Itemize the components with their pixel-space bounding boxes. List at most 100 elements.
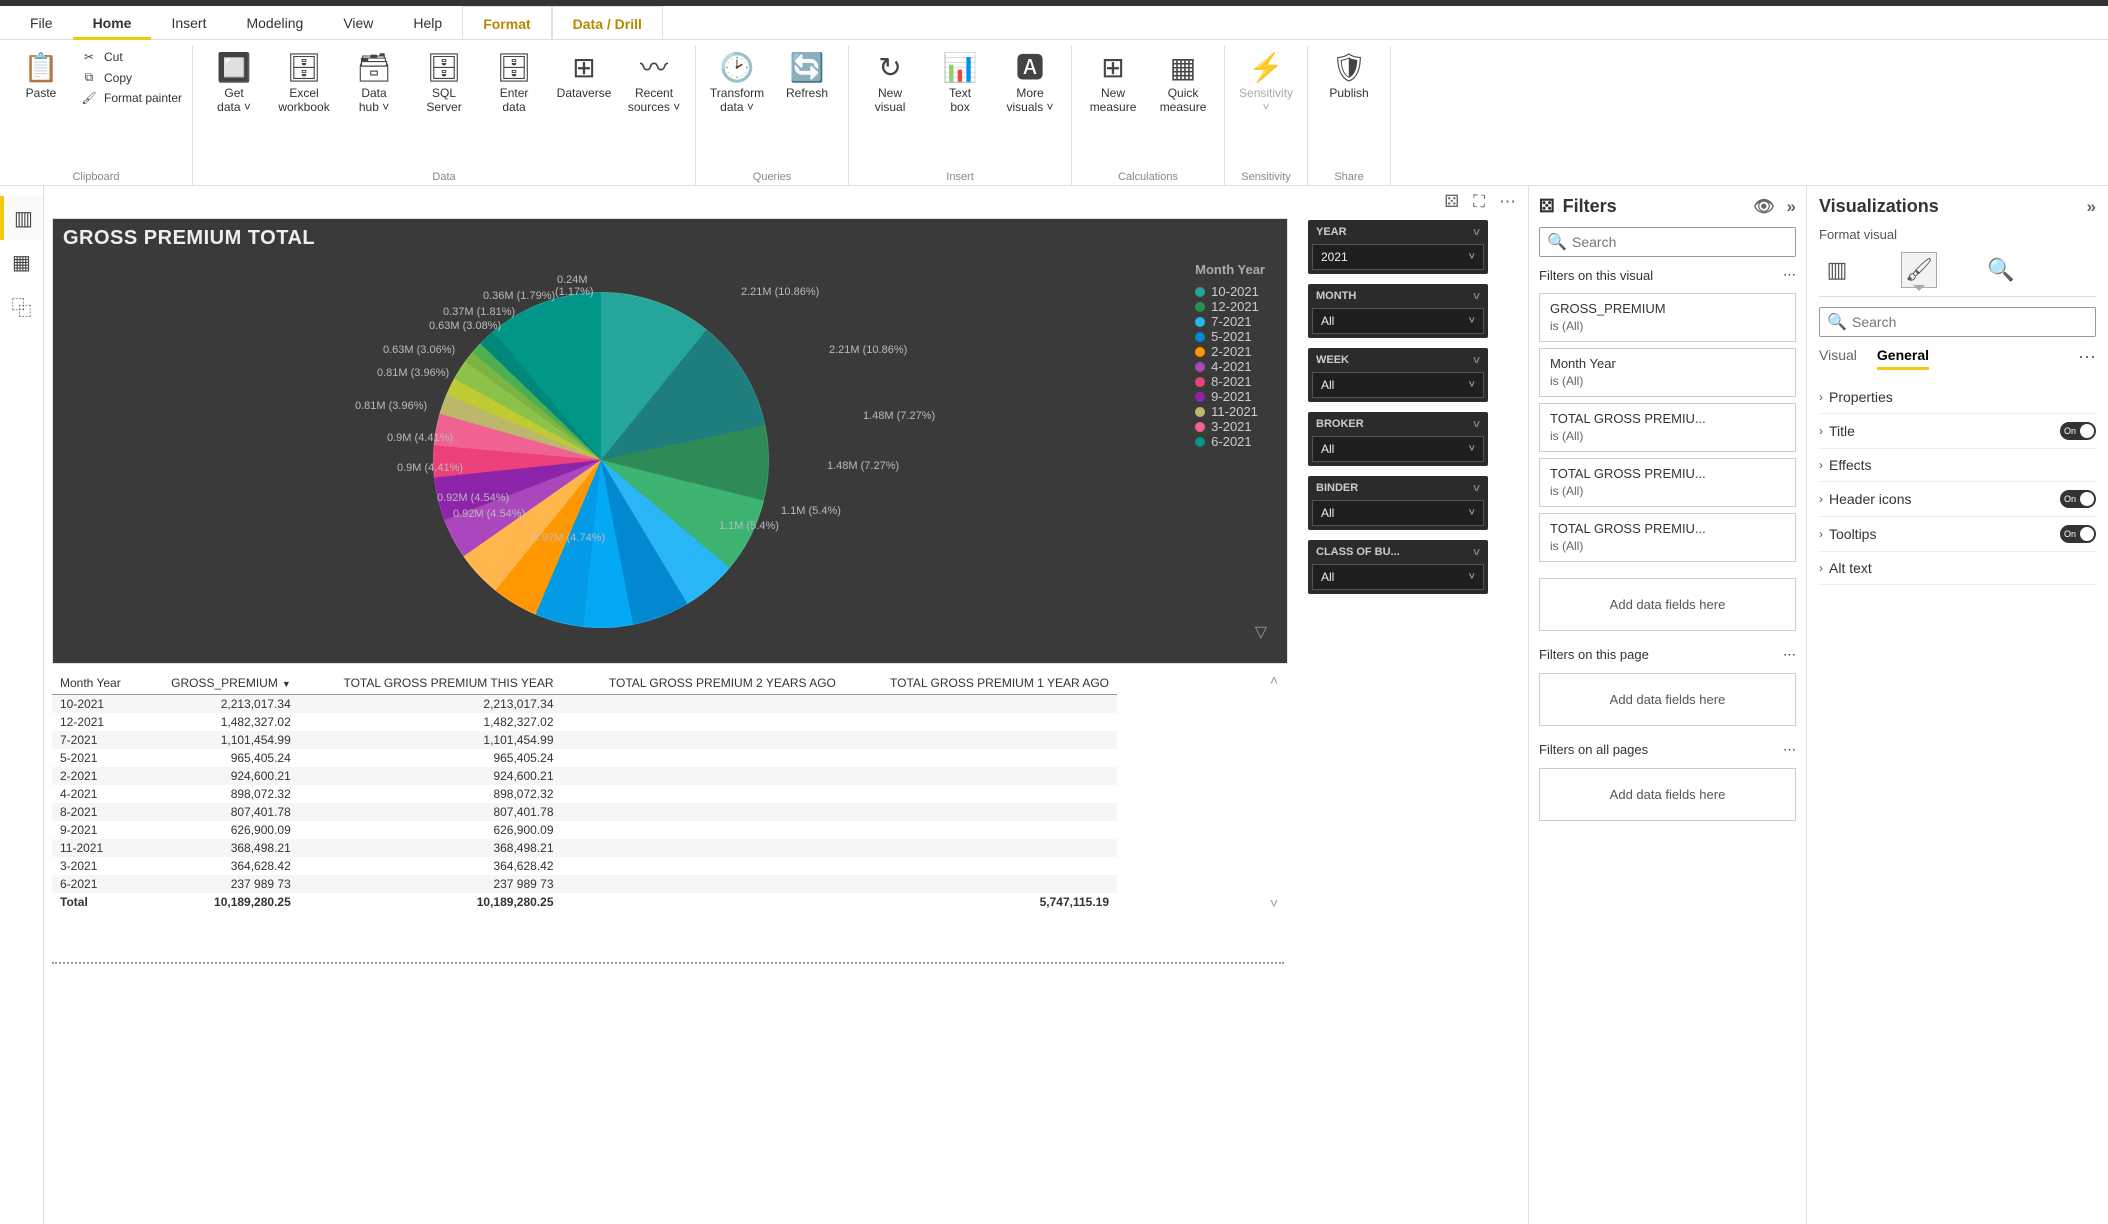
- ribbon-dataverse-button[interactable]: ⊞Dataverse: [553, 50, 615, 100]
- filter-icon[interactable]: ⚄: [1444, 192, 1459, 212]
- table-scrollbar[interactable]: ˄ ˅: [1270, 672, 1278, 911]
- table-header[interactable]: Month Year: [52, 672, 141, 695]
- ribbon-get-button[interactable]: 🔲Getdata ˅: [203, 50, 265, 114]
- legend-item[interactable]: 9-2021: [1195, 389, 1265, 404]
- filters-visual-dropzone[interactable]: Add data fields here: [1539, 578, 1796, 631]
- build-visual-mode-icon[interactable]: ▥: [1819, 252, 1855, 288]
- slicer-dropdown[interactable]: All˅: [1312, 372, 1484, 398]
- slicer-dropdown[interactable]: All˅: [1312, 500, 1484, 526]
- ribbon-paste-button[interactable]: 📋Paste: [10, 50, 72, 100]
- filters-all-dropzone[interactable]: Add data fields here: [1539, 768, 1796, 821]
- format-tab-visual[interactable]: Visual: [1819, 347, 1857, 370]
- slicer-class-of-bu-[interactable]: CLASS OF BU...˅All˅: [1308, 540, 1488, 594]
- format-section-header-icons[interactable]: ›Header icons: [1819, 482, 2096, 517]
- table-header[interactable]: TOTAL GROSS PREMIUM 2 YEARS AGO: [562, 672, 844, 695]
- ribbon-new-button[interactable]: ⊞Newmeasure: [1082, 50, 1144, 114]
- pie-chart[interactable]: [433, 292, 769, 628]
- legend-item[interactable]: 12-2021: [1195, 299, 1265, 314]
- section-menu-icon[interactable]: ⋯: [1783, 267, 1796, 283]
- filters-page-dropzone[interactable]: Add data fields here: [1539, 673, 1796, 726]
- chevron-down-icon[interactable]: ˅: [1473, 481, 1480, 495]
- table-row[interactable]: 11-2021368,498.21368,498.21: [52, 839, 1117, 857]
- ribbon-recent-button[interactable]: 〰Recentsources ˅: [623, 50, 685, 114]
- filter-card[interactable]: TOTAL GROSS PREMIU...is (All): [1539, 458, 1796, 507]
- legend-item[interactable]: 11-2021: [1195, 404, 1265, 419]
- chevron-down-icon[interactable]: ˅: [1473, 225, 1480, 239]
- format-tab-general[interactable]: General: [1877, 347, 1929, 370]
- section-menu-icon[interactable]: ⋯: [1783, 647, 1796, 663]
- chevron-down-icon[interactable]: ˅: [1473, 289, 1480, 303]
- menu-tab-file[interactable]: File: [10, 6, 73, 40]
- ribbon-more-button[interactable]: 🅰Morevisuals ˅: [999, 50, 1061, 114]
- legend-item[interactable]: 5-2021: [1195, 329, 1265, 344]
- collapse-pane-icon[interactable]: »: [2087, 197, 2096, 217]
- more-options-icon[interactable]: ⋯: [1499, 192, 1516, 212]
- filter-card[interactable]: GROSS_PREMIUMis (All): [1539, 293, 1796, 342]
- menu-tab-insert[interactable]: Insert: [151, 6, 226, 40]
- filter-card[interactable]: Month Yearis (All): [1539, 348, 1796, 397]
- menu-tab-format[interactable]: Format: [462, 6, 551, 40]
- chevron-down-icon[interactable]: ˅: [1473, 417, 1480, 431]
- filter-card[interactable]: TOTAL GROSS PREMIU...is (All): [1539, 513, 1796, 562]
- ribbon-refresh-button[interactable]: 🔄Refresh: [776, 50, 838, 100]
- legend-item[interactable]: 6-2021: [1195, 434, 1265, 449]
- format-section-effects[interactable]: ›Effects: [1819, 449, 2096, 482]
- menu-tab-data-drill[interactable]: Data / Drill: [552, 6, 663, 40]
- pie-chart-visual[interactable]: GROSS PREMIUM TOTAL 0.24M(1.17%)0.36M (1…: [52, 218, 1288, 664]
- chevron-down-icon[interactable]: ˅: [1473, 353, 1480, 367]
- ribbon-cut-button[interactable]: ✂Cut: [80, 50, 182, 64]
- filters-search-input[interactable]: [1539, 227, 1796, 257]
- slicer-dropdown[interactable]: 2021˅: [1312, 244, 1484, 270]
- ribbon-transform-button[interactable]: 🕑Transformdata ˅: [706, 50, 768, 114]
- table-header[interactable]: TOTAL GROSS PREMIUM THIS YEAR: [299, 672, 562, 695]
- table-row[interactable]: 2-2021924,600.21924,600.21: [52, 767, 1117, 785]
- legend-scroll-down-icon[interactable]: ▽: [1255, 622, 1267, 642]
- table-row[interactable]: 12-20211,482,327.021,482,327.02: [52, 713, 1117, 731]
- format-section-title[interactable]: ›Title: [1819, 414, 2096, 449]
- format-section-tooltips[interactable]: ›Tooltips: [1819, 517, 2096, 552]
- analytics-mode-icon[interactable]: 🔍: [1983, 252, 2019, 288]
- slicer-binder[interactable]: BINDER˅All˅: [1308, 476, 1488, 530]
- ribbon-format-painter-button[interactable]: 🖌Format painter: [80, 91, 182, 105]
- table-row[interactable]: 4-2021898,072.32898,072.32: [52, 785, 1117, 803]
- menu-tab-help[interactable]: Help: [393, 6, 462, 40]
- chevron-down-icon[interactable]: ˅: [1473, 545, 1480, 559]
- menu-tab-modeling[interactable]: Modeling: [226, 6, 323, 40]
- table-row[interactable]: 7-20211,101,454.991,101,454.99: [52, 731, 1117, 749]
- table-row[interactable]: 3-2021364,628.42364,628.42: [52, 857, 1117, 875]
- ribbon-data-button[interactable]: 🗃Datahub ˅: [343, 50, 405, 114]
- table-row[interactable]: 9-2021626,900.09626,900.09: [52, 821, 1117, 839]
- legend-item[interactable]: 4-2021: [1195, 359, 1265, 374]
- slicer-month[interactable]: MONTH˅All˅: [1308, 284, 1488, 338]
- table-row[interactable]: 6-2021237 989 73237 989 73: [52, 875, 1117, 893]
- table-row[interactable]: 8-2021807,401.78807,401.78: [52, 803, 1117, 821]
- legend-item[interactable]: 10-2021: [1195, 284, 1265, 299]
- toggle-switch[interactable]: [2060, 525, 2096, 543]
- eye-icon[interactable]: 👁: [1753, 197, 1775, 217]
- slicer-dropdown[interactable]: All˅: [1312, 564, 1484, 590]
- ribbon-new-button[interactable]: ↻Newvisual: [859, 50, 921, 114]
- table-row[interactable]: 5-2021965,405.24965,405.24: [52, 749, 1117, 767]
- table-header[interactable]: TOTAL GROSS PREMIUM 1 YEAR AGO: [844, 672, 1117, 695]
- format-section-properties[interactable]: ›Properties: [1819, 381, 2096, 414]
- slicer-week[interactable]: WEEK˅All˅: [1308, 348, 1488, 402]
- ribbon-sql-button[interactable]: 🗄SQLServer: [413, 50, 475, 114]
- format-visual-mode-icon[interactable]: 🖌: [1901, 252, 1937, 288]
- more-options-icon[interactable]: ⋯: [2078, 347, 2096, 370]
- menu-tab-home[interactable]: Home: [73, 6, 152, 40]
- ribbon-enter-button[interactable]: 🗄Enterdata: [483, 50, 545, 114]
- table-row[interactable]: 10-20212,213,017.342,213,017.34: [52, 695, 1117, 714]
- slicer-dropdown[interactable]: All˅: [1312, 436, 1484, 462]
- slicer-year[interactable]: YEAR˅2021˅: [1308, 220, 1488, 274]
- table-visual[interactable]: Month YearGROSS_PREMIUM▼TOTAL GROSS PREM…: [52, 672, 1284, 911]
- left-rail-data-icon[interactable]: ▦: [0, 240, 43, 284]
- slicer-dropdown[interactable]: All˅: [1312, 308, 1484, 334]
- legend-item[interactable]: 3-2021: [1195, 419, 1265, 434]
- scroll-up-icon[interactable]: ˄: [1270, 672, 1278, 688]
- ribbon-copy-button[interactable]: ⧉Copy: [80, 70, 182, 85]
- legend-item[interactable]: 8-2021: [1195, 374, 1265, 389]
- viz-search-input[interactable]: [1819, 307, 2096, 337]
- toggle-switch[interactable]: [2060, 422, 2096, 440]
- menu-tab-view[interactable]: View: [323, 6, 393, 40]
- ribbon-publish-button[interactable]: 🛡Publish: [1318, 50, 1380, 100]
